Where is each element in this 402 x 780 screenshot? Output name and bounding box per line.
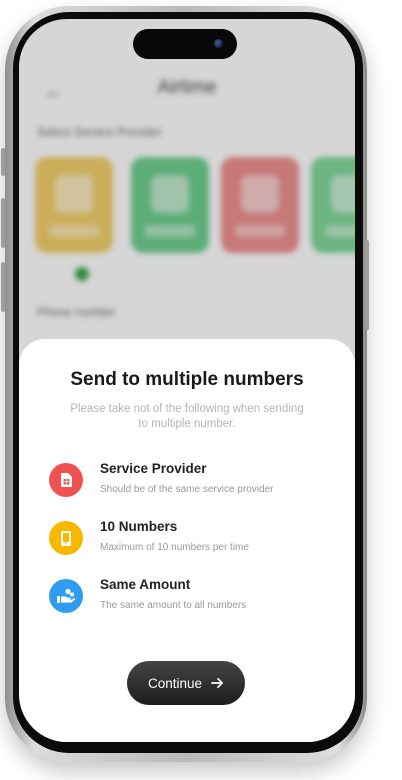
continue-button[interactable]: Continue bbox=[127, 661, 245, 705]
hand-coins-icon bbox=[49, 579, 83, 613]
item-description: Maximum of 10 numbers per time bbox=[100, 542, 249, 553]
camera-icon bbox=[214, 39, 223, 48]
info-item-10-numbers: 10 Numbers Maximum of 10 numbers per tim… bbox=[49, 518, 339, 558]
item-description: Should be of the same service provider bbox=[100, 484, 274, 495]
continue-label: Continue bbox=[147, 675, 203, 691]
action-button bbox=[1, 148, 5, 176]
power-button bbox=[365, 240, 369, 330]
item-title: Service Provider bbox=[100, 461, 207, 476]
item-title: Same Amount bbox=[100, 577, 191, 592]
phone-screen: ← Airtime Select Service Provider Phone … bbox=[19, 19, 355, 742]
phone-icon bbox=[49, 521, 83, 555]
bottom-sheet: Send to multiple numbers Please take not… bbox=[19, 339, 355, 742]
arrow-right-icon bbox=[211, 677, 224, 689]
volume-up-button bbox=[1, 198, 5, 248]
sheet-title: Send to multiple numbers bbox=[70, 369, 304, 390]
dynamic-island bbox=[133, 29, 237, 59]
info-item-service-provider: Service Provider Should be of the same s… bbox=[49, 460, 339, 500]
info-item-same-amount: Same Amount The same amount to all numbe… bbox=[49, 576, 339, 616]
item-description: The same amount to all numbers bbox=[100, 600, 247, 611]
volume-down-button bbox=[1, 262, 5, 312]
sim-card-icon bbox=[49, 463, 83, 497]
item-title: 10 Numbers bbox=[100, 519, 178, 534]
sheet-subtitle: Please take not of the following when se… bbox=[70, 403, 304, 430]
